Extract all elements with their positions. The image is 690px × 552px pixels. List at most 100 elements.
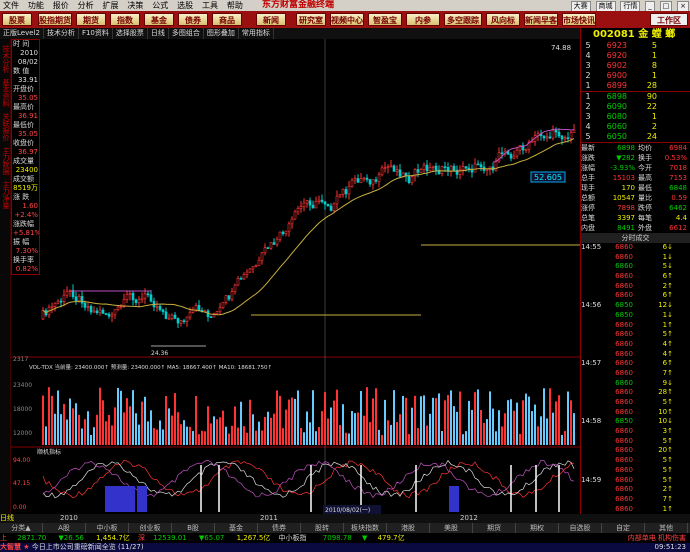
- period-label[interactable]: 日线: [0, 514, 14, 522]
- nav-wind[interactable]: 风向标: [486, 13, 520, 26]
- sell-row[interactable]: 5 6923 5: [581, 41, 690, 51]
- market-tab[interactable]: 基金: [215, 523, 258, 533]
- side-tab-mainforce[interactable]: 主力数据: [1, 147, 11, 175]
- buy-level: 4: [585, 122, 591, 131]
- toolbar-level2[interactable]: 正版Level2: [0, 28, 44, 39]
- info-value: 8519万: [13, 184, 38, 192]
- menu-function[interactable]: 功能: [25, 0, 47, 11]
- nav-bond[interactable]: 债券: [178, 13, 208, 26]
- trade-list-header[interactable]: 分时成交: [581, 233, 690, 243]
- volume-bar: [459, 391, 461, 445]
- nav-index-futures[interactable]: 股指期货: [38, 13, 72, 26]
- market-tab[interactable]: 港股: [387, 523, 430, 533]
- market-tab[interactable]: 创业板: [129, 523, 172, 533]
- stat-label-2: 换手: [638, 154, 652, 162]
- market-tab[interactable]: 自定: [602, 523, 645, 533]
- market-tab[interactable]: A股: [43, 523, 86, 533]
- candle-body: [281, 231, 285, 235]
- sell-volume: 5: [651, 41, 657, 50]
- sell-row[interactable]: 1 6899 28: [581, 81, 690, 91]
- market-tab[interactable]: 自选股: [559, 523, 602, 533]
- sell-row[interactable]: 2 6900 1: [581, 71, 690, 81]
- buy-row[interactable]: 4 6060 2: [581, 122, 690, 132]
- nav-video[interactable]: 视频中心: [330, 13, 364, 26]
- menu-help[interactable]: 帮助: [224, 0, 246, 11]
- buy-row[interactable]: 2 6090 22: [581, 102, 690, 112]
- toolbar-overlay[interactable]: 图形叠加: [204, 28, 239, 39]
- trade-time: [581, 379, 605, 389]
- candle-body: [335, 195, 339, 205]
- side-tab-related[interactable]: 关联报价: [1, 113, 11, 141]
- nav-commodity[interactable]: 商品: [212, 13, 242, 26]
- nav-fund[interactable]: 基金: [144, 13, 174, 26]
- market-tab[interactable]: 股转: [301, 523, 344, 533]
- toolbar-f10[interactable]: F10资料: [79, 28, 113, 39]
- menu-analysis[interactable]: 分析: [75, 0, 97, 11]
- trade-time: [581, 311, 605, 321]
- nav-research[interactable]: 研究室: [296, 13, 326, 26]
- menu-file[interactable]: 文件: [0, 0, 22, 11]
- trade-volume: 1↓: [662, 252, 673, 261]
- nav-flash[interactable]: 市场快讯: [562, 13, 596, 26]
- menu-screen[interactable]: 选股: [174, 0, 196, 11]
- buy-row[interactable]: 5 6050 24: [581, 132, 690, 142]
- market-tab[interactable]: 其他: [645, 523, 688, 533]
- volume-bar: [429, 413, 431, 445]
- candle-body: [107, 313, 111, 317]
- toolbar-indicator[interactable]: 常用指标: [239, 28, 274, 39]
- nav-news[interactable]: 新闻: [256, 13, 286, 26]
- candle-body: [368, 179, 372, 185]
- menu-formula[interactable]: 公式: [149, 0, 171, 11]
- toolbar-select[interactable]: 选择股票: [113, 28, 148, 39]
- nav-insider[interactable]: 内参: [406, 13, 440, 26]
- candle-body: [500, 152, 504, 155]
- market-tab[interactable]: 美股: [430, 523, 473, 533]
- trade-time: [581, 272, 605, 282]
- market-tab[interactable]: 分类▲: [0, 523, 43, 533]
- market-tab[interactable]: 债券: [258, 523, 301, 533]
- nav-index[interactable]: 指数: [110, 13, 140, 26]
- trade-price: 6860: [615, 243, 633, 251]
- status-right-text[interactable]: 内部单电 机构伤害: [628, 533, 686, 543]
- info-value: 36.97: [17, 148, 38, 156]
- candle-body: [83, 302, 87, 308]
- side-tab-basic[interactable]: 基本资料: [1, 79, 11, 107]
- candle-body: [188, 311, 192, 318]
- menu-extend[interactable]: 扩展: [100, 0, 122, 11]
- menu-tools[interactable]: 工具: [199, 0, 221, 11]
- market-tab[interactable]: 板块指数: [344, 523, 387, 533]
- side-tab-tech[interactable]: 技术分析: [1, 45, 11, 73]
- toolbar-tech[interactable]: 技术分析: [44, 28, 79, 39]
- nav-workspace[interactable]: 工作区: [650, 13, 688, 26]
- candle-body: [365, 177, 369, 180]
- volume-bar: [168, 408, 170, 445]
- trade-volume: 5↑: [662, 436, 673, 445]
- menu-quote[interactable]: 报价: [50, 0, 72, 11]
- trade-price: 6860: [615, 485, 633, 494]
- nav-futures[interactable]: 期货: [76, 13, 106, 26]
- nav-stock[interactable]: 股票: [2, 13, 32, 26]
- volume-bar: [177, 412, 179, 445]
- news-headline[interactable]: 今日上市公司重磅新闻全览 (11/27): [32, 543, 144, 551]
- stat-row: 涨跌 ▼282 换手 0.53%: [581, 153, 690, 163]
- trade-volume: 5↑: [662, 398, 673, 406]
- kline-chart-area[interactable]: 74.88 52.605 24.36 2317 VOL-TDX 当前量: 234…: [11, 39, 580, 514]
- market-tab[interactable]: B股: [172, 523, 215, 533]
- buy-row[interactable]: 1 6898 90: [581, 92, 690, 102]
- market-tab[interactable]: 期权: [516, 523, 559, 533]
- info-value: 2010: [20, 49, 38, 57]
- nav-morning[interactable]: 新闻早客: [524, 13, 558, 26]
- sell-row[interactable]: 4 6920 1: [581, 51, 690, 61]
- toolbar-multi[interactable]: 多图组合: [169, 28, 204, 39]
- menu-decision[interactable]: 决策: [124, 0, 146, 11]
- market-tab[interactable]: 中小板: [86, 523, 129, 533]
- nav-longshort[interactable]: 多空跟踪: [444, 13, 482, 26]
- toolbar-period[interactable]: 日线: [148, 28, 169, 39]
- sell-volume: 1: [651, 71, 657, 80]
- side-tab-netflow[interactable]: 主力净量: [1, 181, 11, 209]
- buy-row[interactable]: 3 6080 1: [581, 112, 690, 122]
- volume-bar: [357, 412, 359, 445]
- nav-zhiyingbao[interactable]: 智盈宝: [368, 13, 402, 26]
- sell-row[interactable]: 3 6902 8: [581, 61, 690, 71]
- market-tab[interactable]: 期货: [473, 523, 516, 533]
